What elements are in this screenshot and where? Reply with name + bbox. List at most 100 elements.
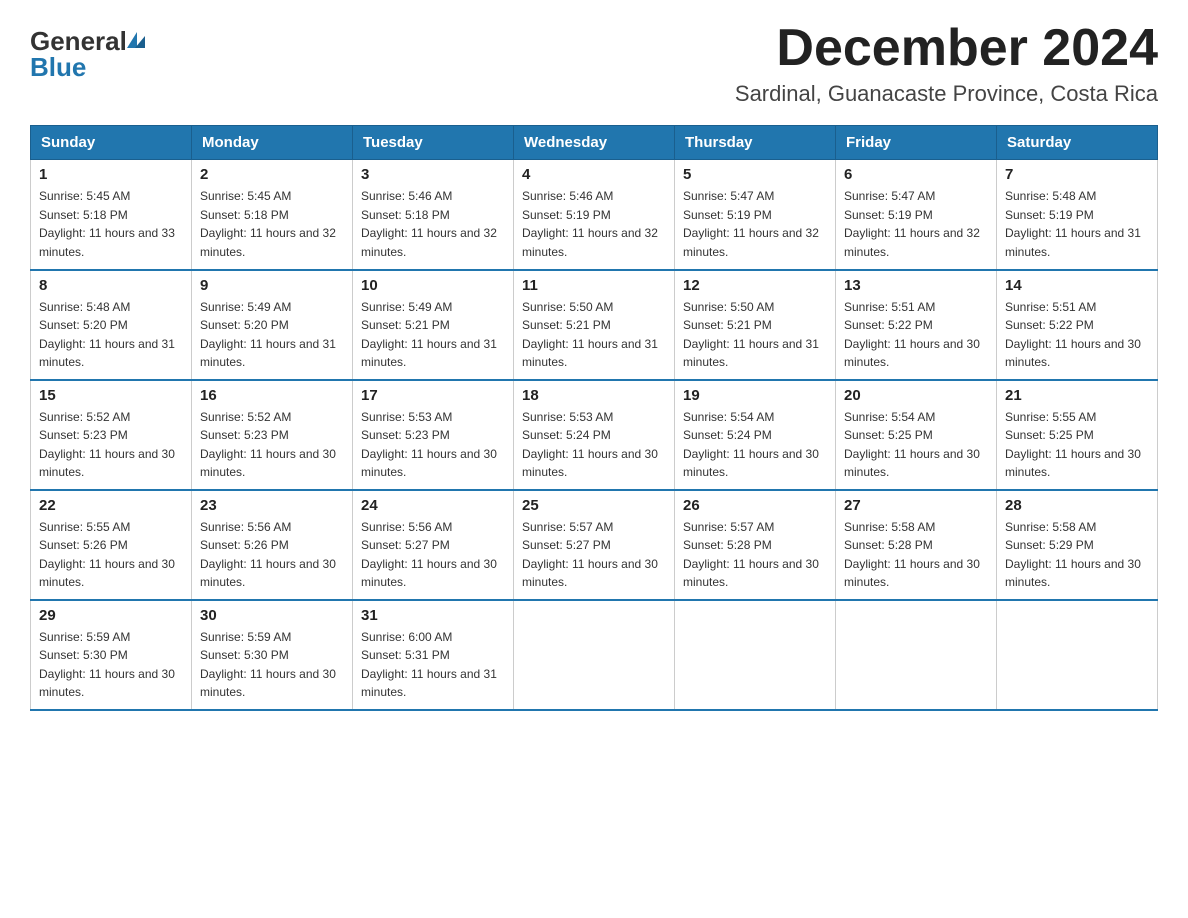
calendar-cell: 20Sunrise: 5:54 AMSunset: 5:25 PMDayligh… bbox=[836, 380, 997, 490]
day-number: 13 bbox=[844, 277, 988, 294]
logo-icon bbox=[127, 32, 145, 48]
day-info: Sunrise: 5:53 AMSunset: 5:24 PMDaylight:… bbox=[522, 408, 666, 482]
calendar-cell: 15 Sunrise: 5:52 AMSunset: 5:23 PMDayligh… bbox=[31, 380, 192, 490]
calendar-cell: 22 Sunrise: 5:55 AMSunset: 5:26 PMDayligh… bbox=[31, 490, 192, 600]
calendar-cell: 30 Sunrise: 5:59 AMSunset: 5:30 PMDayligh… bbox=[192, 600, 353, 710]
day-info: Sunrise: 5:52 AMSunset: 5:23 PMDaylight:… bbox=[200, 408, 344, 482]
day-info: Sunrise: 5:50 AMSunset: 5:21 PMDaylight:… bbox=[683, 298, 827, 372]
day-info: Sunrise: 5:48 AMSunset: 5:20 PMDaylight:… bbox=[39, 298, 183, 372]
logo: General Blue bbox=[30, 28, 145, 81]
calendar-cell: 11Sunrise: 5:50 AMSunset: 5:21 PMDayligh… bbox=[514, 270, 675, 380]
day-number: 17 bbox=[361, 387, 505, 404]
day-info: Sunrise: 5:53 AMSunset: 5:23 PMDaylight:… bbox=[361, 408, 505, 482]
day-number: 14 bbox=[1005, 277, 1149, 294]
calendar-cell: 31 Sunrise: 6:00 AMSunset: 5:31 PMDayligh… bbox=[353, 600, 514, 710]
calendar-cell: 27Sunrise: 5:58 AMSunset: 5:28 PMDayligh… bbox=[836, 490, 997, 600]
day-number: 6 bbox=[844, 166, 988, 183]
calendar-cell: 10 Sunrise: 5:49 AMSunset: 5:21 PMDayligh… bbox=[353, 270, 514, 380]
day-info: Sunrise: 5:51 AMSunset: 5:22 PMDaylight:… bbox=[1005, 298, 1149, 372]
calendar-cell: 2 Sunrise: 5:45 AMSunset: 5:18 PMDaylight… bbox=[192, 160, 353, 270]
day-info: Sunrise: 5:57 AMSunset: 5:28 PMDaylight:… bbox=[683, 518, 827, 592]
calendar-cell: 1Sunrise: 5:45 AMSunset: 5:18 PMDaylight… bbox=[31, 160, 192, 270]
col-tuesday: Tuesday bbox=[353, 126, 514, 160]
calendar-cell: 5 Sunrise: 5:47 AMSunset: 5:19 PMDaylight… bbox=[675, 160, 836, 270]
day-info: Sunrise: 5:59 AMSunset: 5:30 PMDaylight:… bbox=[200, 628, 344, 702]
calendar-cell bbox=[514, 600, 675, 710]
day-number: 12 bbox=[683, 277, 827, 294]
day-info: Sunrise: 5:57 AMSunset: 5:27 PMDaylight:… bbox=[522, 518, 666, 592]
logo-general-text: General bbox=[30, 28, 127, 54]
calendar-cell bbox=[836, 600, 997, 710]
day-number: 16 bbox=[200, 387, 344, 404]
calendar-cell: 29 Sunrise: 5:59 AMSunset: 5:30 PMDayligh… bbox=[31, 600, 192, 710]
calendar-week-row: 22 Sunrise: 5:55 AMSunset: 5:26 PMDayligh… bbox=[31, 490, 1158, 600]
day-info: Sunrise: 5:55 AMSunset: 5:26 PMDaylight:… bbox=[39, 518, 183, 592]
day-number: 8 bbox=[39, 277, 183, 294]
day-number: 3 bbox=[361, 166, 505, 183]
day-number: 9 bbox=[200, 277, 344, 294]
calendar-cell: 21 Sunrise: 5:55 AMSunset: 5:25 PMDayligh… bbox=[997, 380, 1158, 490]
col-wednesday: Wednesday bbox=[514, 126, 675, 160]
calendar-cell: 28Sunrise: 5:58 AMSunset: 5:29 PMDayligh… bbox=[997, 490, 1158, 600]
location-title: Sardinal, Guanacaste Province, Costa Ric… bbox=[735, 81, 1158, 107]
day-info: Sunrise: 5:49 AMSunset: 5:20 PMDaylight:… bbox=[200, 298, 344, 372]
col-friday: Friday bbox=[836, 126, 997, 160]
day-info: Sunrise: 6:00 AMSunset: 5:31 PMDaylight:… bbox=[361, 628, 505, 702]
day-number: 21 bbox=[1005, 387, 1149, 404]
calendar-cell: 7 Sunrise: 5:48 AMSunset: 5:19 PMDaylight… bbox=[997, 160, 1158, 270]
day-number: 29 bbox=[39, 607, 183, 624]
col-thursday: Thursday bbox=[675, 126, 836, 160]
day-info: Sunrise: 5:49 AMSunset: 5:21 PMDaylight:… bbox=[361, 298, 505, 372]
day-info: Sunrise: 5:54 AMSunset: 5:25 PMDaylight:… bbox=[844, 408, 988, 482]
day-number: 25 bbox=[522, 497, 666, 514]
calendar-cell bbox=[997, 600, 1158, 710]
day-info: Sunrise: 5:54 AMSunset: 5:24 PMDaylight:… bbox=[683, 408, 827, 482]
calendar-cell: 25 Sunrise: 5:57 AMSunset: 5:27 PMDayligh… bbox=[514, 490, 675, 600]
calendar-cell: 3 Sunrise: 5:46 AMSunset: 5:18 PMDaylight… bbox=[353, 160, 514, 270]
calendar-cell: 18 Sunrise: 5:53 AMSunset: 5:24 PMDayligh… bbox=[514, 380, 675, 490]
day-number: 10 bbox=[361, 277, 505, 294]
calendar-header-row: Sunday Monday Tuesday Wednesday Thursday… bbox=[31, 126, 1158, 160]
day-number: 19 bbox=[683, 387, 827, 404]
calendar-week-row: 1 Sunrise: 5:45 AMSunset: 5:18 PMDaylight… bbox=[31, 160, 1158, 270]
calendar-table: Sunday Monday Tuesday Wednesday Thursday… bbox=[30, 125, 1158, 711]
day-number: 2 bbox=[200, 166, 344, 183]
day-number: 11 bbox=[522, 277, 666, 294]
day-info: Sunrise: 5:52 AMSunset: 5:23 PMDaylight:… bbox=[39, 408, 183, 482]
calendar-cell: 16 Sunrise: 5:52 AMSunset: 5:23 PMDayligh… bbox=[192, 380, 353, 490]
day-info: Sunrise: 5:46 AMSunset: 5:19 PMDaylight:… bbox=[522, 187, 666, 261]
calendar-cell bbox=[675, 600, 836, 710]
day-number: 15 bbox=[39, 387, 183, 404]
day-number: 30 bbox=[200, 607, 344, 624]
day-info: Sunrise: 5:45 AMSunset: 5:18 PMDaylight:… bbox=[200, 187, 344, 261]
calendar-cell: 12 Sunrise: 5:50 AMSunset: 5:21 PMDayligh… bbox=[675, 270, 836, 380]
calendar-week-row: 29 Sunrise: 5:59 AMSunset: 5:30 PMDayligh… bbox=[31, 600, 1158, 710]
calendar-week-row: 15 Sunrise: 5:52 AMSunset: 5:23 PMDayligh… bbox=[31, 380, 1158, 490]
day-info: Sunrise: 5:47 AMSunset: 5:19 PMDaylight:… bbox=[844, 187, 988, 261]
day-number: 5 bbox=[683, 166, 827, 183]
day-number: 7 bbox=[1005, 166, 1149, 183]
calendar-cell: 8 Sunrise: 5:48 AMSunset: 5:20 PMDaylight… bbox=[31, 270, 192, 380]
day-info: Sunrise: 5:56 AMSunset: 5:27 PMDaylight:… bbox=[361, 518, 505, 592]
day-info: Sunrise: 5:55 AMSunset: 5:25 PMDaylight:… bbox=[1005, 408, 1149, 482]
day-info: Sunrise: 5:47 AMSunset: 5:19 PMDaylight:… bbox=[683, 187, 827, 261]
calendar-cell: 13Sunrise: 5:51 AMSunset: 5:22 PMDayligh… bbox=[836, 270, 997, 380]
calendar-cell: 14 Sunrise: 5:51 AMSunset: 5:22 PMDayligh… bbox=[997, 270, 1158, 380]
day-info: Sunrise: 5:48 AMSunset: 5:19 PMDaylight:… bbox=[1005, 187, 1149, 261]
logo-blue-text: Blue bbox=[30, 52, 86, 82]
day-info: Sunrise: 5:58 AMSunset: 5:29 PMDaylight:… bbox=[1005, 518, 1149, 592]
day-number: 18 bbox=[522, 387, 666, 404]
day-info: Sunrise: 5:46 AMSunset: 5:18 PMDaylight:… bbox=[361, 187, 505, 261]
calendar-cell: 4Sunrise: 5:46 AMSunset: 5:19 PMDaylight… bbox=[514, 160, 675, 270]
col-saturday: Saturday bbox=[997, 126, 1158, 160]
page-header: General Blue December 2024 Sardinal, Gua… bbox=[30, 20, 1158, 107]
col-monday: Monday bbox=[192, 126, 353, 160]
calendar-body: 1 Sunrise: 5:45 AMSunset: 5:18 PMDaylight… bbox=[31, 160, 1158, 710]
calendar-cell: 24Sunrise: 5:56 AMSunset: 5:27 PMDayligh… bbox=[353, 490, 514, 600]
day-info: Sunrise: 5:59 AMSunset: 5:30 PMDaylight:… bbox=[39, 628, 183, 702]
title-block: December 2024 Sardinal, Guanacaste Provi… bbox=[735, 20, 1158, 107]
day-number: 31 bbox=[361, 607, 505, 624]
day-number: 22 bbox=[39, 497, 183, 514]
day-number: 1 bbox=[39, 166, 183, 183]
day-number: 23 bbox=[200, 497, 344, 514]
